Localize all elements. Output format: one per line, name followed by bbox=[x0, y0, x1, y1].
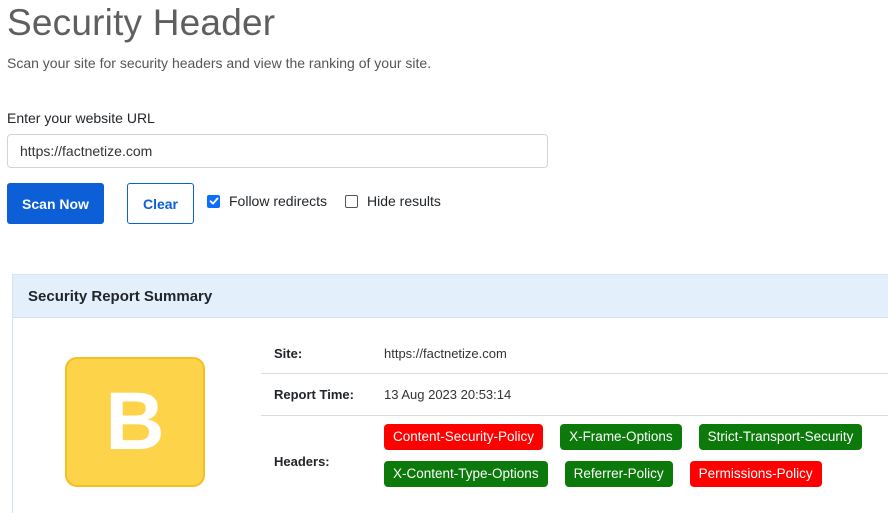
hide-results-option[interactable]: Hide results bbox=[345, 193, 441, 209]
follow-redirects-option[interactable]: Follow redirects bbox=[207, 193, 327, 209]
grade-badge: B bbox=[65, 357, 205, 487]
follow-redirects-label: Follow redirects bbox=[229, 193, 328, 209]
headers-row: Headers: Content-Security-Policy X-Frame… bbox=[261, 416, 888, 506]
clear-button[interactable]: Clear bbox=[127, 183, 194, 224]
page-title: Security Header bbox=[7, 2, 276, 43]
checkmark-icon bbox=[209, 197, 218, 205]
report-card-header: Security Report Summary bbox=[13, 275, 888, 318]
scan-now-button[interactable]: Scan Now bbox=[7, 183, 104, 224]
page-subtitle: Scan your site for security headers and … bbox=[7, 55, 432, 71]
header-tags: Content-Security-Policy X-Frame-Options … bbox=[384, 424, 884, 498]
header-tag[interactable]: X-Frame-Options bbox=[560, 424, 682, 450]
url-input[interactable] bbox=[7, 134, 548, 168]
url-label: Enter your website URL bbox=[7, 110, 155, 126]
report-info-table: Site: https://factnetize.com Report Time… bbox=[261, 333, 888, 506]
site-row: Site: https://factnetize.com bbox=[261, 333, 888, 374]
header-tag[interactable]: Referrer-Policy bbox=[564, 461, 673, 487]
hide-results-checkbox[interactable] bbox=[345, 194, 358, 208]
headers-label: Headers: bbox=[274, 453, 330, 469]
report-time-value: 13 Aug 2023 20:53:14 bbox=[384, 387, 512, 402]
site-label: Site: bbox=[274, 345, 303, 361]
security-report-card: Security Report Summary B Site: https://… bbox=[12, 274, 888, 513]
report-time-row: Report Time: 13 Aug 2023 20:53:14 bbox=[261, 374, 888, 416]
report-time-label: Report Time: bbox=[274, 387, 354, 402]
header-tag[interactable]: X-Content-Type-Options bbox=[384, 461, 548, 487]
hide-results-label: Hide results bbox=[367, 193, 441, 209]
header-tag[interactable]: Strict-Transport-Security bbox=[698, 424, 863, 450]
header-tag[interactable]: Permissions-Policy bbox=[689, 461, 822, 487]
site-value: https://factnetize.com bbox=[384, 345, 507, 361]
follow-redirects-checkbox[interactable] bbox=[207, 194, 220, 208]
header-tag[interactable]: Content-Security-Policy bbox=[384, 424, 544, 450]
